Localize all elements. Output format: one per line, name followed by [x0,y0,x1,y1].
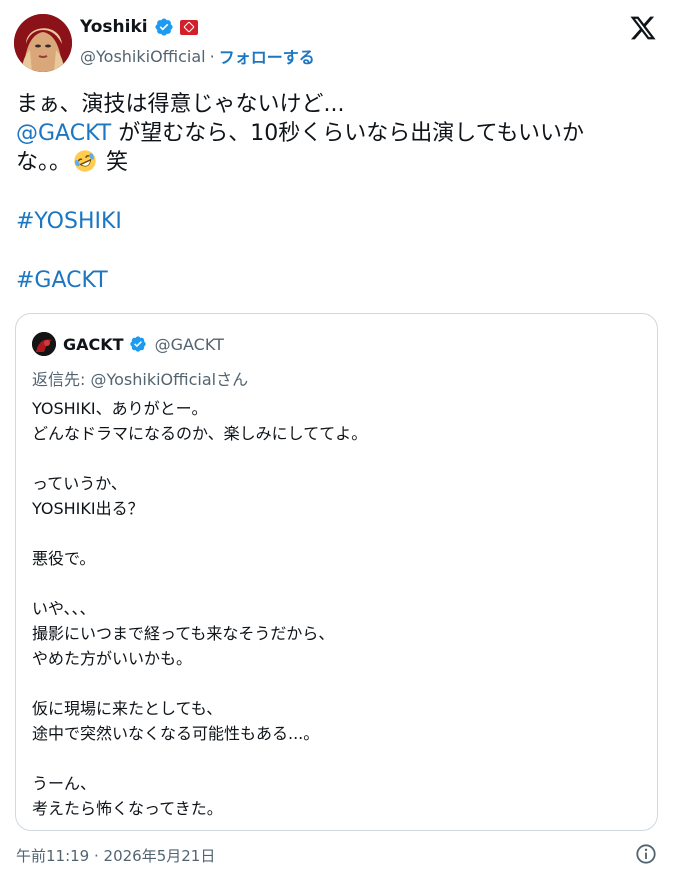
author-handle-row: @YoshikiOfficial · フォローする [80,44,315,68]
hashtag-yoshiki[interactable]: #YOSHIKI [16,209,122,234]
tweet-line-3-end: 笑 [99,150,129,175]
verified-badge-icon [155,18,173,36]
tweet-timestamp[interactable]: 午前11:19 · 2026年5月21日 [16,845,215,866]
follow-button[interactable]: フォローする [219,44,315,68]
quote-author-row: GACKT @GACKT [63,332,224,356]
tweet-embed: Yoshiki @YoshikiOfficial · フォローする まぁ、演技は… [0,0,673,875]
quote-author-handle[interactable]: @GACKT [155,335,224,354]
affiliate-badge-icon [179,19,198,35]
tweet-text: まぁ、演技は得意じゃないけど... @GACKT が望むなら、10秒くらいなら出… [16,90,656,177]
author-name-row: Yoshiki [80,14,198,40]
quote-verified-badge-icon [129,336,146,352]
info-icon[interactable] [635,843,657,865]
quote-author-avatar[interactable] [32,332,56,356]
x-logo-icon[interactable] [629,14,657,42]
rolling-on-floor-laughing-icon [74,150,96,172]
quoted-tweet-card[interactable]: GACKT @GACKT 返信先: @YoshikiOfficialさん YOS… [15,313,658,831]
quote-author-name[interactable]: GACKT [63,335,124,354]
mention-link[interactable]: @GACKT [16,121,111,146]
separator-dot: · [209,46,215,66]
quote-reply-to[interactable]: 返信先: @YoshikiOfficialさん [32,366,248,390]
tweet-line-3: な。。 [16,150,72,175]
hashtag-gackt[interactable]: #GACKT [16,268,108,293]
author-display-name[interactable]: Yoshiki [80,17,148,37]
quote-text: YOSHIKI、ありがとー。 どんなドラマになるのか、楽しみにしててよ。 ってい… [32,399,368,818]
tweet-line-1: まぁ、演技は得意じゃないけど... [16,92,345,117]
tweet-line-2: が望むなら、10秒くらいなら出演してもいいか [111,121,585,146]
author-avatar[interactable] [14,14,72,72]
author-handle[interactable]: @YoshikiOfficial [80,47,206,66]
